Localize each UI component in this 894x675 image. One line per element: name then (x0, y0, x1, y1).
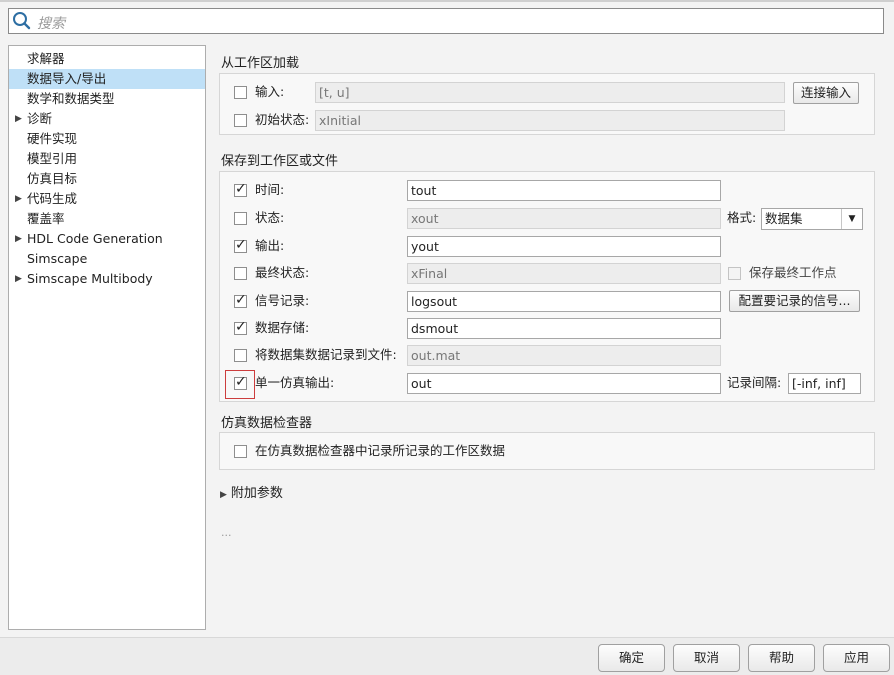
record-inspector-checkbox[interactable] (234, 445, 247, 458)
config-signals-button[interactable]: 配置要记录的信号... (729, 290, 860, 312)
save-section-title: 保存到工作区或文件 (221, 154, 339, 169)
ok-button[interactable]: 确定 (598, 644, 665, 672)
time-label: 时间: (255, 182, 285, 197)
tree-item-hardware[interactable]: 硬件实现 (9, 129, 205, 149)
output-checkbox[interactable] (234, 237, 247, 253)
category-tree: 求解器 数据导入/导出 数学和数据类型 ▶ 诊断 硬件实现 模型引用 仿真目标 ▶… (8, 45, 206, 630)
tree-item-label: Simscape Multibody (27, 271, 153, 286)
help-button[interactable]: 帮助 (748, 644, 815, 672)
output-field[interactable]: yout (407, 236, 721, 257)
states-label: 状态: (255, 210, 285, 225)
tree-item-label: 模型引用 (27, 151, 78, 166)
tree-item-label: 代码生成 (27, 191, 78, 206)
expand-arrow-icon[interactable]: ▶ (15, 109, 22, 129)
top-divider (0, 0, 894, 2)
log-to-file-field[interactable]: out.mat (407, 345, 721, 366)
data-stores-label: 数据存储: (255, 320, 310, 335)
expand-arrow-icon[interactable]: ▶ (15, 189, 22, 209)
log-to-file-label: 将数据集数据记录到文件: (255, 347, 397, 362)
states-checkbox[interactable] (234, 212, 247, 225)
single-output-checkbox[interactable] (234, 374, 247, 390)
data-stores-checkbox[interactable] (234, 319, 247, 335)
input-field[interactable]: [t, u] (315, 82, 785, 103)
tree-item-label: 覆盖率 (27, 211, 65, 226)
states-field[interactable]: xout (407, 208, 721, 229)
search-input[interactable]: 搜索 (37, 13, 65, 33)
format-select[interactable]: 数据集 ▼ (761, 208, 863, 230)
tree-item-label: HDL Code Generation (27, 231, 163, 246)
inspector-panel: 在仿真数据检查器中记录所记录的工作区数据 (219, 432, 875, 470)
tree-item-hdl[interactable]: ▶ HDL Code Generation (9, 229, 205, 249)
save-final-op-label: 保存最终工作点 (749, 265, 837, 280)
ellipsis: ... (221, 526, 232, 539)
single-output-label: 单一仿真输出: (255, 375, 335, 390)
tree-item-solver[interactable]: 求解器 (9, 49, 205, 69)
signal-logging-checkbox[interactable] (234, 292, 247, 308)
signal-logging-label: 信号记录: (255, 293, 310, 308)
save-final-op-checkbox[interactable] (728, 267, 741, 280)
chevron-down-icon[interactable]: ▼ (841, 209, 862, 229)
tree-item-simscape[interactable]: Simscape (9, 249, 205, 269)
final-states-label: 最终状态: (255, 265, 310, 280)
apply-button[interactable]: 应用 (823, 644, 890, 672)
expand-arrow-icon[interactable]: ▶ (15, 229, 22, 249)
tree-item-label: 仿真目标 (27, 171, 78, 186)
tree-item-code-gen[interactable]: ▶ 代码生成 (9, 189, 205, 209)
search-icon (12, 11, 32, 34)
additional-params-toggle[interactable]: ▶ 附加参数 (220, 482, 283, 501)
initial-state-checkbox[interactable] (234, 114, 247, 127)
tree-item-label: 诊断 (27, 111, 53, 126)
log-to-file-checkbox[interactable] (234, 349, 247, 362)
final-states-checkbox[interactable] (234, 267, 247, 280)
tree-item-data-import-export[interactable]: 数据导入/导出 (9, 69, 205, 89)
format-value: 数据集 (765, 211, 803, 226)
save-panel: 时间: tout 状态: xout 格式: 数据集 ▼ 输出: yout 最终状… (219, 171, 875, 402)
tree-item-sim-target[interactable]: 仿真目标 (9, 169, 205, 189)
tree-item-coverage[interactable]: 覆盖率 (9, 209, 205, 229)
load-section-title: 从工作区加载 (221, 56, 300, 71)
log-interval-field[interactable]: [-inf, inf] (788, 373, 861, 394)
tree-item-model-ref[interactable]: 模型引用 (9, 149, 205, 169)
initial-state-label: 初始状态: (255, 112, 310, 127)
input-checkbox[interactable] (234, 86, 247, 99)
tree-item-label: 硬件实现 (27, 131, 78, 146)
time-checkbox[interactable] (234, 181, 247, 197)
tree-item-label: 数据导入/导出 (27, 71, 107, 86)
time-field[interactable]: tout (407, 180, 721, 201)
input-label: 输入: (255, 84, 285, 99)
single-output-field[interactable]: out (407, 373, 721, 394)
record-inspector-label: 在仿真数据检查器中记录所记录的工作区数据 (255, 443, 506, 458)
output-label: 输出: (255, 238, 285, 253)
expand-arrow-icon[interactable]: ▶ (15, 269, 22, 289)
connect-input-button[interactable]: 连接输入 (793, 82, 859, 104)
tree-item-label: 求解器 (27, 51, 65, 66)
tree-item-label: Simscape (27, 251, 88, 266)
log-interval-label: 记录间隔: (727, 375, 782, 390)
data-stores-field[interactable]: dsmout (407, 318, 721, 339)
tree-item-simscape-multibody[interactable]: ▶ Simscape Multibody (9, 269, 205, 289)
inspector-section-title: 仿真数据检查器 (221, 416, 313, 431)
cancel-button[interactable]: 取消 (673, 644, 740, 672)
load-panel: 输入: [t, u] 连接输入 初始状态: xInitial (219, 73, 875, 135)
tree-item-label: 数学和数据类型 (27, 91, 115, 106)
expand-arrow-icon[interactable]: ▶ (220, 490, 227, 500)
initial-state-field[interactable]: xInitial (315, 110, 785, 131)
final-states-field[interactable]: xFinal (407, 263, 721, 284)
additional-params-label: 附加参数 (230, 486, 283, 501)
tree-item-math-data-types[interactable]: 数学和数据类型 (9, 89, 205, 109)
search-bar[interactable]: 搜索 (8, 8, 884, 34)
tree-item-diagnostics[interactable]: ▶ 诊断 (9, 109, 205, 129)
signal-logging-field[interactable]: logsout (407, 291, 721, 312)
format-label: 格式: (727, 210, 757, 225)
